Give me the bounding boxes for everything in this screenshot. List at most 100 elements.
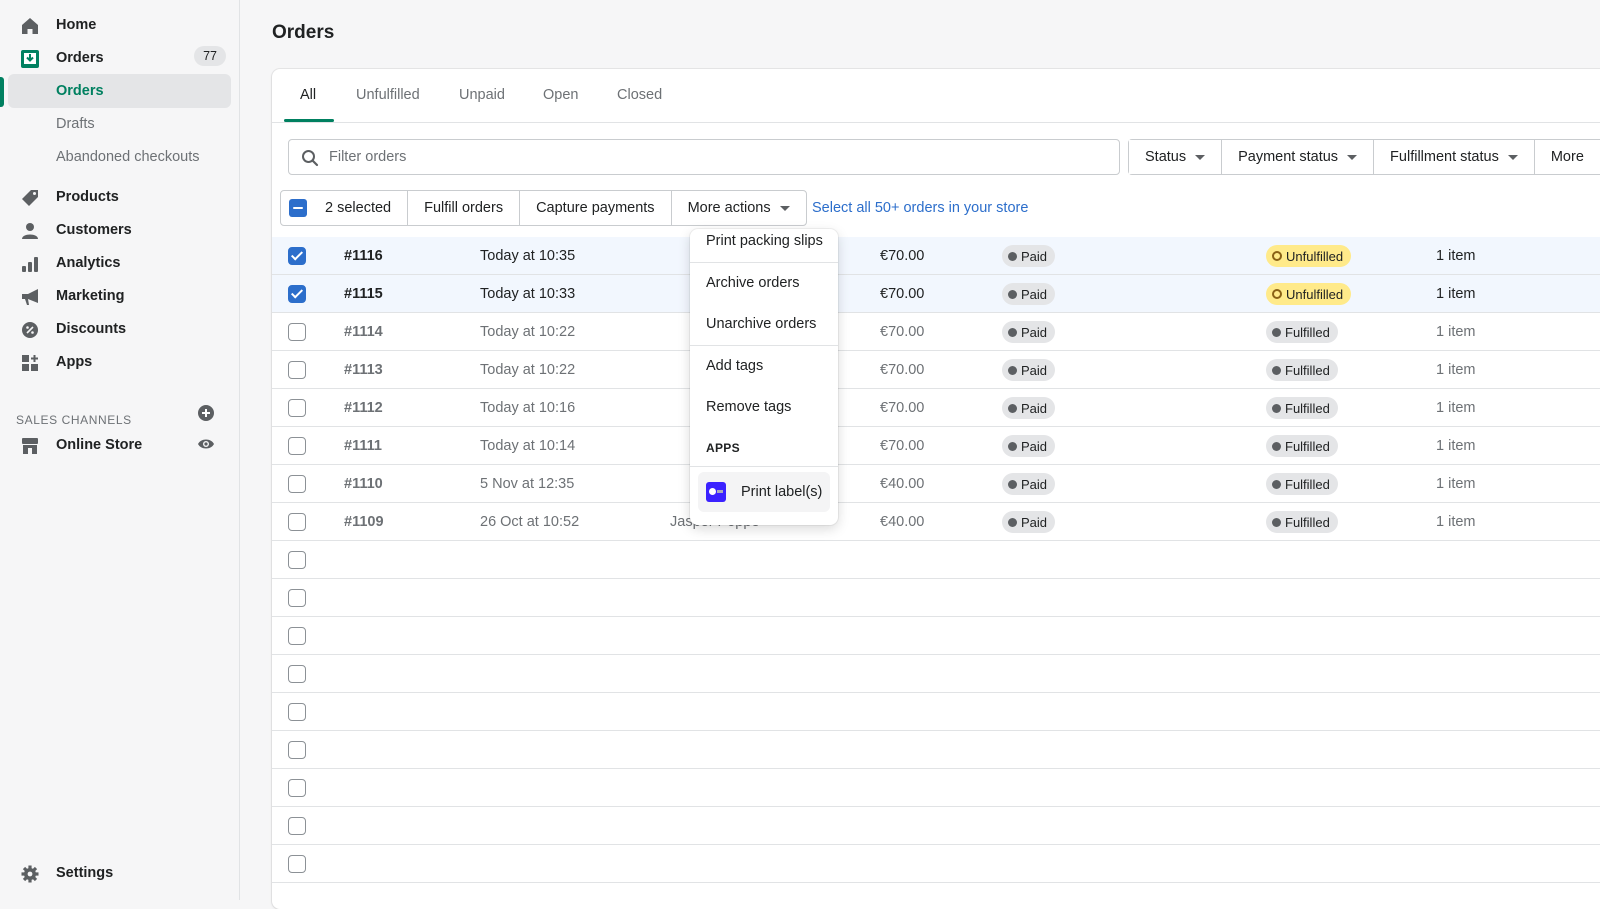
sidebar-item-marketing[interactable]: Marketing <box>0 279 240 313</box>
fulfillment-status-badge: Unfulfilled <box>1266 245 1352 267</box>
fulfillment-status-badge: Fulfilled <box>1266 473 1338 495</box>
status-dot-icon <box>1008 403 1017 413</box>
tab-all[interactable]: All <box>300 87 316 103</box>
menu-item-archive-orders[interactable]: Archive orders <box>690 275 838 291</box>
row-checkbox[interactable] <box>288 741 306 759</box>
row-checkbox[interactable] <box>288 817 306 835</box>
add-sales-channel-icon[interactable] <box>197 404 215 425</box>
order-number[interactable]: #1114 <box>344 324 383 340</box>
gear-icon <box>20 864 40 884</box>
table-row[interactable]: #1115 Today at 10:33 €70.00 Paid Unfulfi… <box>272 275 1600 313</box>
sidebar-item-settings[interactable]: Settings <box>0 856 240 890</box>
row-checkbox[interactable] <box>288 855 306 873</box>
fulfillment-status-badge: Fulfilled <box>1266 511 1338 533</box>
megaphone-icon <box>20 287 40 307</box>
fulfill-orders-button[interactable]: Fulfill orders <box>408 191 521 225</box>
page-title: Orders <box>272 22 335 43</box>
order-items: 1 item <box>1436 248 1476 264</box>
row-checkbox[interactable] <box>288 627 306 645</box>
empty-table-row <box>272 579 1600 617</box>
orders-card: All Unfulfilled Unpaid Open Closed Filte… <box>272 69 1600 909</box>
status-dot-icon <box>1272 441 1281 451</box>
row-checkbox[interactable] <box>288 665 306 683</box>
capture-payments-button[interactable]: Capture payments <box>520 191 672 225</box>
status-filter-button[interactable]: Status <box>1129 140 1223 174</box>
tab-open[interactable]: Open <box>543 87 578 103</box>
table-row[interactable]: #1110 5 Nov at 12:35 €40.00 Paid Fulfill… <box>272 465 1600 503</box>
row-checkbox[interactable] <box>288 247 306 265</box>
fulfillment-status-badge: Fulfilled <box>1266 435 1338 457</box>
menu-item-add-tags[interactable]: Add tags <box>690 358 838 374</box>
menu-item-remove-tags[interactable]: Remove tags <box>690 399 838 415</box>
caret-down-icon <box>1347 154 1358 160</box>
order-number[interactable]: #1112 <box>344 400 383 416</box>
order-total: €70.00 <box>880 324 925 340</box>
row-checkbox[interactable] <box>288 475 306 493</box>
filter-orders-input[interactable]: Filter orders <box>288 139 1120 175</box>
order-items: 1 item <box>1436 286 1476 302</box>
sales-channels-heading: SALES CHANNELS <box>16 413 132 427</box>
row-checkbox[interactable] <box>288 513 306 531</box>
table-row[interactable]: #1111 Today at 10:14 €70.00 Paid Fulfill… <box>272 427 1600 465</box>
order-number[interactable]: #1111 <box>344 438 382 454</box>
caret-down-icon <box>779 205 790 211</box>
row-checkbox[interactable] <box>288 361 306 379</box>
row-checkbox[interactable] <box>288 703 306 721</box>
row-checkbox[interactable] <box>288 437 306 455</box>
order-number[interactable]: #1110 <box>344 476 383 492</box>
order-date: Today at 10:33 <box>480 286 576 302</box>
sidebar: Home Orders 77 Orders Drafts Abandoned c… <box>0 0 240 900</box>
menu-item-print-packing-slips[interactable]: Print packing slips <box>690 233 838 249</box>
more-actions-button[interactable]: More actions <box>672 191 806 225</box>
sidebar-subitem-orders[interactable]: Orders <box>8 74 231 108</box>
row-checkbox[interactable] <box>288 551 306 569</box>
table-row[interactable]: #1116 Today at 10:35 €70.00 Paid Unfulfi… <box>272 237 1600 275</box>
search-icon <box>301 149 319 170</box>
order-number[interactable]: #1116 <box>344 248 383 264</box>
caret-down-icon <box>1507 154 1518 160</box>
filter-buttons: Status Payment status Fulfillment status… <box>1128 139 1600 175</box>
menu-item-print-labels[interactable]: Print label(s) <box>698 472 830 512</box>
sidebar-item-home[interactable]: Home <box>0 8 240 42</box>
fulfillment-status-filter-button[interactable]: Fulfillment status <box>1374 140 1535 174</box>
select-all-checkbox[interactable]: 2 selected <box>281 191 409 225</box>
select-all-orders-link[interactable]: Select all 50+ orders in your store <box>812 200 1028 216</box>
more-filters-button[interactable]: More <box>1534 140 1600 174</box>
status-dot-icon <box>1272 479 1281 489</box>
sidebar-subitem-drafts[interactable]: Drafts <box>0 107 240 141</box>
sidebar-subitem-abandoned-checkouts[interactable]: Abandoned checkouts <box>0 140 240 174</box>
row-checkbox[interactable] <box>288 323 306 341</box>
order-date: 26 Oct at 10:52 <box>480 514 580 530</box>
payment-status-filter-button[interactable]: Payment status <box>1222 140 1375 174</box>
order-number[interactable]: #1113 <box>344 362 383 378</box>
row-checkbox[interactable] <box>288 779 306 797</box>
menu-apps-heading: APPS <box>706 441 740 455</box>
table-row[interactable]: #1109 26 Oct at 10:52 Jasper Poppe €40.0… <box>272 503 1600 541</box>
row-checkbox[interactable] <box>288 589 306 607</box>
row-checkbox[interactable] <box>288 399 306 417</box>
menu-item-unarchive-orders[interactable]: Unarchive orders <box>690 316 838 332</box>
status-dot-icon <box>1008 517 1017 527</box>
sidebar-item-orders[interactable]: Orders 77 <box>0 41 240 75</box>
order-tabs: All Unfulfilled Unpaid Open Closed <box>272 69 1600 123</box>
status-dot-icon <box>1272 403 1281 413</box>
table-row[interactable]: #1113 Today at 10:22 €70.00 Paid Fulfill… <box>272 351 1600 389</box>
table-row[interactable]: #1114 Today at 10:22 €70.00 Paid Fulfill… <box>272 313 1600 351</box>
view-store-eye-icon[interactable] <box>197 437 215 454</box>
status-dot-icon <box>1008 441 1017 451</box>
fulfillment-status-badge: Unfulfilled <box>1266 283 1352 305</box>
sidebar-item-analytics[interactable]: Analytics <box>0 246 240 280</box>
table-row[interactable]: #1112 Today at 10:16 €70.00 Paid Fulfill… <box>272 389 1600 427</box>
row-checkbox[interactable] <box>288 285 306 303</box>
order-number[interactable]: #1115 <box>344 286 383 302</box>
sidebar-item-discounts[interactable]: Discounts <box>0 312 240 346</box>
sidebar-item-products[interactable]: Products <box>0 180 240 214</box>
order-number[interactable]: #1109 <box>344 514 384 530</box>
tab-closed[interactable]: Closed <box>617 87 662 103</box>
order-date: Today at 10:16 <box>480 400 576 416</box>
tab-unpaid[interactable]: Unpaid <box>459 87 505 103</box>
sidebar-item-customers[interactable]: Customers <box>0 213 240 247</box>
tab-unfulfilled[interactable]: Unfulfilled <box>356 87 420 103</box>
sidebar-item-apps[interactable]: Apps <box>0 345 240 379</box>
status-dot-icon <box>1008 479 1017 489</box>
